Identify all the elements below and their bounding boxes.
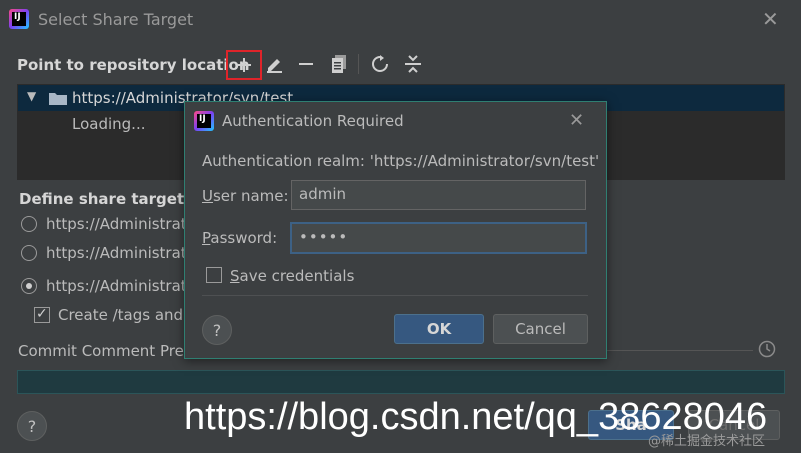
edit-icon[interactable]: [262, 52, 286, 76]
share-option-label-2: https://Administrat: [46, 244, 187, 262]
dialog-logo-icon: IJ: [194, 111, 214, 131]
document-icon[interactable]: [327, 52, 351, 76]
username-input[interactable]: admin: [291, 180, 586, 210]
add-icon[interactable]: [226, 50, 262, 80]
password-input[interactable]: •••••: [290, 222, 587, 254]
help-button[interactable]: ?: [17, 411, 47, 441]
password-label: Password:: [202, 229, 278, 247]
share-option-radio-1[interactable]: [21, 216, 37, 232]
ok-button[interactable]: OK: [394, 314, 484, 344]
refresh-icon[interactable]: [368, 52, 392, 76]
dialog-help-button[interactable]: ?: [202, 315, 232, 345]
create-tags-checkbox[interactable]: [34, 306, 50, 323]
dialog-title: Authentication Required: [222, 112, 404, 130]
commit-comment-label: Commit Comment Pref: [18, 342, 190, 360]
toolbar-divider: [358, 54, 359, 74]
create-tags-label: Create /tags and /: [58, 306, 193, 324]
history-clock-icon[interactable]: [758, 340, 776, 358]
username-label: User name:: [202, 187, 289, 205]
chevron-down-icon[interactable]: ▼: [27, 89, 36, 103]
dialog-cancel-button[interactable]: Cancel: [493, 314, 588, 344]
collapse-icon[interactable]: [401, 52, 425, 76]
share-option-label-1: https://Administrat: [46, 215, 187, 233]
intellij-logo-icon: IJ: [9, 9, 29, 29]
dialog-divider: [202, 295, 588, 296]
commit-divider: [605, 350, 753, 351]
commit-comment-input[interactable]: [17, 370, 785, 394]
repo-location-label: Point to repository location: [17, 56, 250, 74]
auth-realm-text: Authentication realm: 'https://Administr…: [202, 152, 600, 170]
save-credentials-checkbox[interactable]: [206, 267, 222, 283]
auth-dialog: IJ Authentication Required ✕ Authenticat…: [184, 101, 607, 359]
share-target-label: Define share target: [19, 190, 185, 208]
remove-icon[interactable]: [294, 52, 318, 76]
share-option-label-3: https://Administrat: [46, 277, 187, 295]
window-title: Select Share Target: [38, 10, 194, 29]
dialog-close-icon[interactable]: ✕: [569, 111, 584, 131]
watermark-subtext: @稀土掘金技术社区: [648, 434, 766, 449]
close-icon[interactable]: ✕: [762, 9, 779, 29]
save-credentials-label: Save credentials: [230, 267, 355, 285]
title-bar: IJ Select Share Target ✕: [0, 0, 801, 40]
tree-item-loading: Loading...: [72, 115, 146, 133]
folder-icon: [49, 91, 67, 105]
share-option-radio-3[interactable]: [21, 278, 37, 294]
share-option-radio-2[interactable]: [21, 245, 37, 261]
